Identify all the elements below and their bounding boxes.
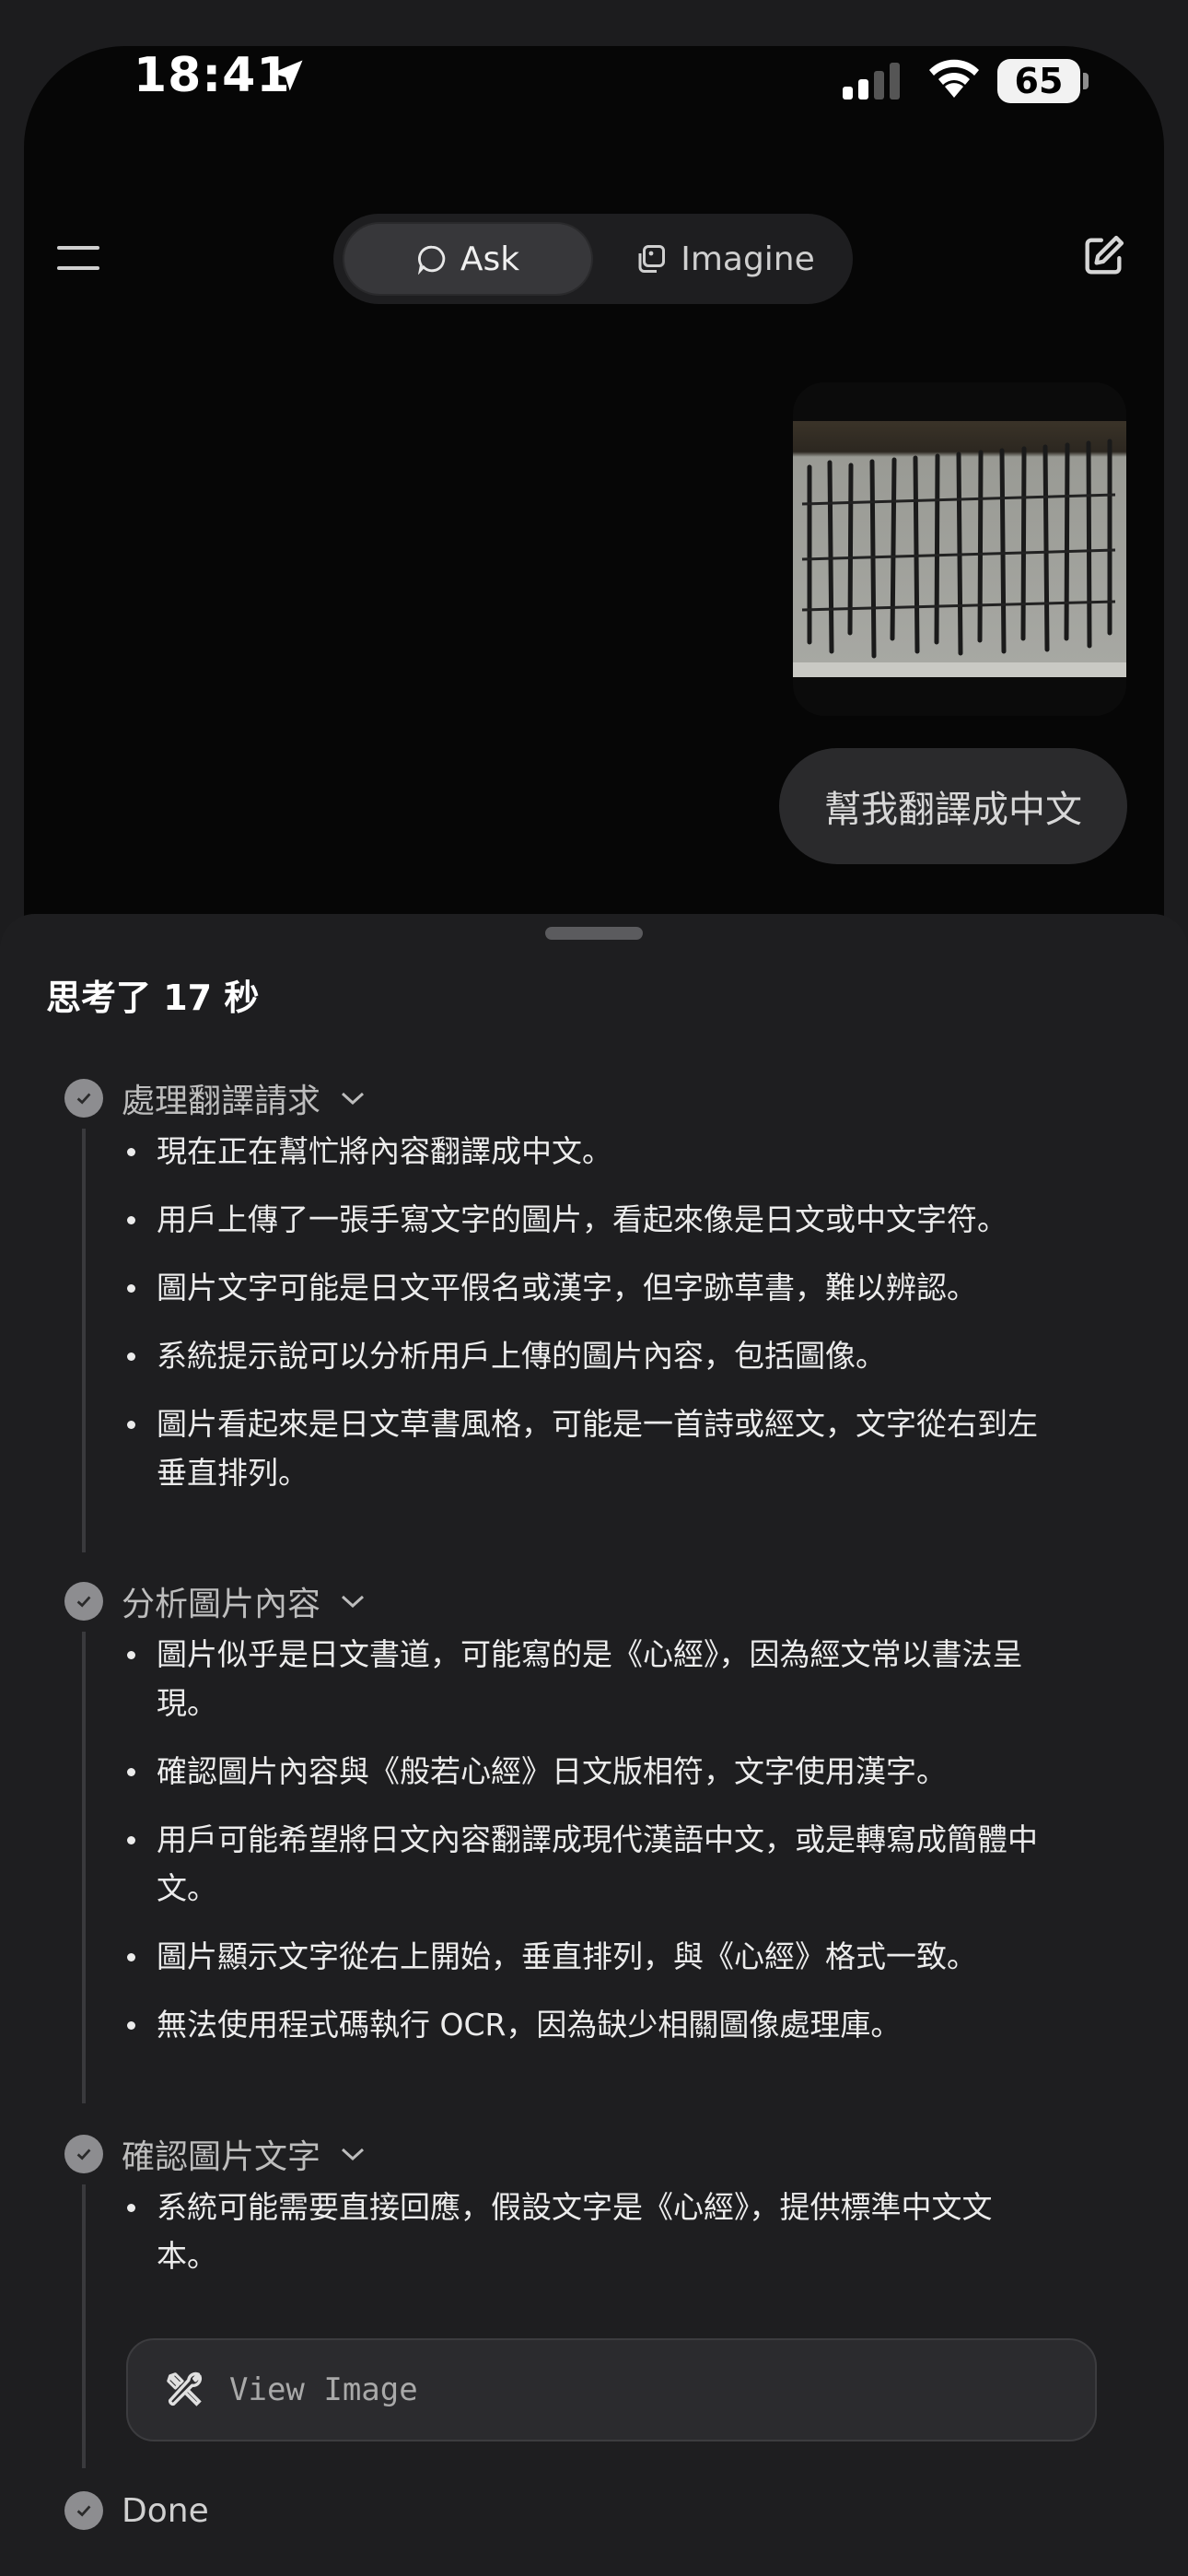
sheet-grabber[interactable] bbox=[545, 927, 643, 940]
list-item: 確認圖片內容與《般若心經》日文版相符，文字使用漢字。 bbox=[127, 1747, 1103, 1796]
step-connector-line bbox=[82, 1129, 86, 1552]
cellular-signal-icon bbox=[843, 63, 900, 100]
done-label: Done bbox=[122, 2491, 209, 2530]
list-item: 無法使用程式碼執行 OCR，因為缺少相關圖像處理庫。 bbox=[127, 2000, 1103, 2049]
user-message-text: 幫我翻譯成中文 bbox=[824, 789, 1082, 831]
step-header-3[interactable]: 確認圖片文字 bbox=[64, 2130, 367, 2178]
step-connector-line bbox=[82, 1632, 86, 2103]
mode-ask-button[interactable]: Ask bbox=[344, 224, 591, 294]
list-item: 圖片顯示文字從右上開始，垂直排列，與《心經》格式一致。 bbox=[127, 1932, 1103, 1981]
step-connector-line bbox=[82, 2184, 86, 2468]
check-circle-icon bbox=[64, 1582, 103, 1621]
location-arrow-icon bbox=[272, 60, 303, 91]
step-title: 分析圖片內容 bbox=[122, 1586, 321, 1623]
list-item: 圖片似乎是日文書道，可能寫的是《心經》，因為經文常以書法呈現。 bbox=[127, 1630, 1041, 1727]
hamburger-menu-icon[interactable] bbox=[57, 244, 99, 274]
done-step: Done bbox=[64, 2491, 209, 2530]
status-bar: 18:41 65 bbox=[0, 0, 1188, 157]
chevron-down-icon bbox=[342, 1092, 365, 1106]
mode-imagine-label: Imagine bbox=[681, 240, 815, 278]
list-item: 現在正在幫忙將內容翻譯成中文。 bbox=[127, 1127, 1103, 1176]
check-circle-icon bbox=[64, 1079, 103, 1118]
reasoning-sheet: 思考了 17 秒 處理翻譯請求 現在正在幫忙將內容翻譯成中文。 用戶上傳了一張手… bbox=[0, 914, 1188, 2576]
chevron-down-icon bbox=[342, 1595, 365, 1609]
calligraphy-photo bbox=[793, 421, 1126, 677]
tool-call-label: View Image bbox=[229, 2371, 418, 2408]
check-circle-icon bbox=[64, 2135, 103, 2173]
new-chat-edit-icon[interactable] bbox=[1079, 232, 1127, 280]
list-item: 系統可能需要直接回應，假設文字是《心經》，提供標準中文文本。 bbox=[127, 2183, 1041, 2280]
mode-ask-label: Ask bbox=[460, 240, 520, 278]
list-item: 圖片文字可能是日文平假名或漢字，但字跡草書，難以辨認。 bbox=[127, 1263, 1103, 1312]
uploaded-image-thumbnail[interactable] bbox=[793, 382, 1126, 716]
step-title: 處理翻譯請求 bbox=[122, 1083, 321, 1120]
thinking-duration-title: 思考了 17 秒 bbox=[46, 978, 260, 1018]
check-circle-icon bbox=[64, 2491, 103, 2530]
battery-indicator: 65 bbox=[997, 59, 1089, 103]
list-item: 用戶上傳了一張手寫文字的圖片，看起來像是日文或中文字符。 bbox=[127, 1195, 1103, 1244]
image-stack-icon bbox=[638, 245, 666, 273]
mode-toggle: Ask Imagine bbox=[333, 214, 853, 304]
tools-icon bbox=[167, 2371, 203, 2406]
calligraphy-strokes bbox=[793, 439, 1126, 677]
step-1-bullets: 現在正在幫忙將內容翻譯成中文。 用戶上傳了一張手寫文字的圖片，看起來像是日文或中… bbox=[127, 1127, 1103, 1516]
list-item: 用戶可能希望將日文內容翻譯成現代漢語中文，或是轉寫成簡體中文。 bbox=[127, 1815, 1041, 1913]
list-item: 系統提示說可以分析用戶上傳的圖片內容，包括圖像。 bbox=[127, 1331, 1103, 1380]
step-2-bullets: 圖片似乎是日文書道，可能寫的是《心經》，因為經文常以書法呈現。 確認圖片內容與《… bbox=[127, 1630, 1103, 2068]
step-3-bullets: 系統可能需要直接回應，假設文字是《心經》，提供標準中文文本。 bbox=[127, 2183, 1103, 2300]
step-header-1[interactable]: 處理翻譯請求 bbox=[64, 1074, 367, 1122]
chevron-down-icon bbox=[342, 2148, 365, 2161]
view-image-tool-call[interactable]: View Image bbox=[126, 2338, 1097, 2441]
mode-imagine-button[interactable]: Imagine bbox=[608, 224, 842, 294]
list-item: 圖片看起來是日文草書風格，可能是一首詩或經文，文字從右到左垂直排列。 bbox=[127, 1399, 1059, 1497]
step-title: 確認圖片文字 bbox=[122, 2138, 321, 2176]
step-header-2[interactable]: 分析圖片內容 bbox=[64, 1577, 367, 1625]
wifi-icon bbox=[929, 59, 979, 98]
chat-bubble-icon bbox=[417, 245, 446, 275]
user-message-bubble: 幫我翻譯成中文 bbox=[779, 748, 1127, 864]
